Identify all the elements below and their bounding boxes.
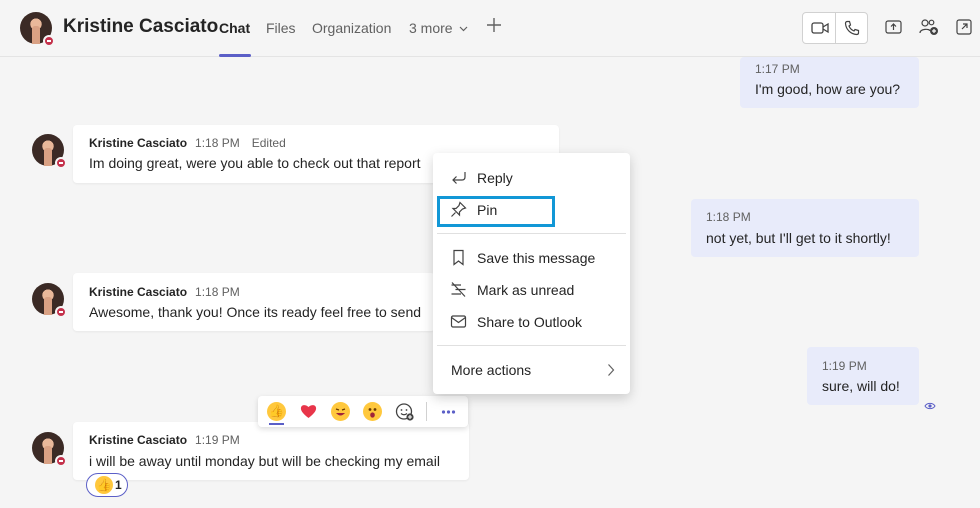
audio-call-button[interactable] (844, 20, 860, 41)
menu-item-label: Reply (477, 170, 513, 186)
presence-busy-icon (55, 455, 67, 467)
message-time: 1:18 PM (195, 285, 240, 299)
call-divider (835, 13, 836, 43)
reaction-bar: 👍 (258, 396, 468, 427)
message-text: I'm good, how are you? (755, 81, 901, 97)
tab-organization[interactable]: Organization (312, 20, 391, 36)
video-camera-icon (811, 22, 829, 34)
thumbs-up-icon: 👍 (95, 476, 113, 494)
message-time: 1:19 PM (822, 359, 867, 373)
add-reaction-icon[interactable] (395, 402, 414, 421)
message-context-menu: Reply Pin Save this message Mark as unre… (433, 153, 630, 394)
reply-icon (452, 172, 466, 184)
video-call-button[interactable] (811, 21, 829, 40)
message-author: Kristine Casciato (89, 136, 188, 150)
chevron-down-icon (460, 26, 468, 32)
add-people-button[interactable] (919, 18, 939, 41)
presence-busy-icon (55, 306, 67, 318)
edited-label: Edited (251, 136, 286, 150)
menu-item-label: Save this message (477, 250, 596, 266)
menu-item-mark-unread[interactable]: Mark as unread (433, 276, 630, 304)
sender-avatar[interactable] (32, 283, 67, 318)
menu-item-share-outlook[interactable]: Share to Outlook (433, 308, 630, 336)
message-time: 1:18 PM (706, 210, 751, 224)
laughing-icon[interactable] (331, 402, 350, 421)
more-options-icon[interactable] (439, 402, 458, 421)
menu-item-label: More actions (451, 362, 532, 378)
message-text: i will be away until monday but will be … (89, 453, 440, 469)
pop-out-button[interactable] (956, 19, 972, 40)
heart-icon[interactable] (299, 402, 318, 421)
incoming-message[interactable]: Kristine Casciato 1:18 PM Awesome, thank … (73, 273, 435, 331)
read-receipt-icon (924, 397, 936, 415)
menu-item-label: Share to Outlook (477, 314, 583, 330)
surprised-icon[interactable] (363, 402, 382, 421)
menu-item-label: Mark as unread (477, 282, 575, 298)
share-screen-button[interactable] (885, 19, 902, 40)
contact-avatar[interactable] (20, 12, 55, 47)
message-time: 1:19 PM (195, 433, 240, 447)
plus-icon (487, 18, 501, 32)
call-button-group (802, 12, 868, 44)
message-text: not yet, but I'll get to it shortly! (706, 230, 891, 246)
outgoing-message[interactable]: 1:17 PM I'm good, how are you? (740, 57, 919, 108)
message-meta: Kristine Casciato 1:19 PM (89, 433, 252, 447)
menu-separator (437, 233, 626, 234)
outgoing-message[interactable]: 1:19 PM sure, will do! (807, 347, 919, 405)
message-meta: Kristine Casciato 1:18 PM Edited (89, 136, 286, 150)
sender-avatar[interactable] (32, 134, 67, 169)
message-author: Kristine Casciato (89, 285, 188, 299)
reaction-chip[interactable]: 👍 1 (86, 473, 128, 497)
tab-files[interactable]: Files (266, 20, 296, 36)
message-time: 1:17 PM (755, 62, 800, 76)
menu-item-reply[interactable]: Reply (433, 164, 630, 192)
add-tab-button[interactable] (486, 15, 502, 37)
tab-more[interactable]: 3 more (409, 20, 468, 36)
reaction-underline (269, 423, 284, 425)
bookmark-icon (453, 249, 464, 266)
pin-highlight-box (437, 196, 555, 227)
message-text: sure, will do! (822, 378, 900, 394)
tab-chat[interactable]: Chat (219, 20, 250, 36)
sender-avatar[interactable] (32, 432, 67, 467)
chat-header: Kristine Casciato Chat Files Organizatio… (0, 0, 980, 57)
message-meta: Kristine Casciato 1:18 PM (89, 285, 252, 299)
message-text: Awesome, thank you! Once its ready feel … (89, 304, 422, 320)
thumbs-up-icon[interactable]: 👍 (267, 402, 286, 421)
reaction-count: 1 (115, 478, 122, 492)
people-add-icon (919, 19, 938, 35)
share-screen-icon (885, 20, 902, 34)
mail-icon (450, 315, 467, 328)
active-tab-indicator (219, 54, 251, 57)
tab-more-label: 3 more (409, 20, 453, 36)
phone-icon (844, 20, 860, 36)
mark-unread-icon (451, 282, 466, 297)
menu-separator (437, 345, 626, 346)
message-author: Kristine Casciato (89, 433, 188, 447)
reaction-divider (426, 402, 427, 421)
chevron-right-icon (608, 364, 615, 376)
incoming-message[interactable]: Kristine Casciato 1:19 PM i will be away … (73, 422, 469, 480)
message-text: Im doing great, were you able to check o… (89, 155, 421, 171)
contact-name: Kristine Casciato (63, 16, 219, 37)
message-time: 1:18 PM (195, 136, 240, 150)
presence-busy-icon (55, 157, 67, 169)
menu-item-save[interactable]: Save this message (433, 244, 630, 272)
outgoing-message[interactable]: 1:18 PM not yet, but I'll get to it shor… (691, 199, 919, 257)
presence-busy-icon (43, 35, 55, 47)
pop-out-icon (956, 19, 972, 35)
menu-item-more-actions[interactable]: More actions (433, 356, 630, 384)
